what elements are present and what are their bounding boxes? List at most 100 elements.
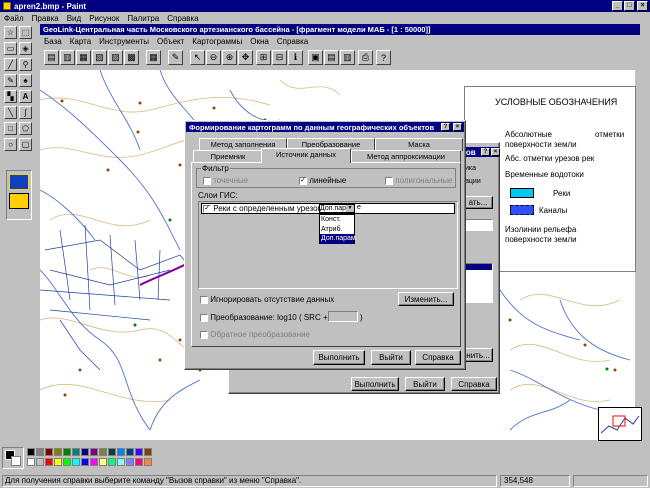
chart-icon[interactable]: ▩ (124, 50, 139, 65)
option-const[interactable]: Конст. (320, 215, 354, 225)
exit-button[interactable]: Выйти (371, 350, 411, 365)
help-button[interactable]: Справка (415, 350, 461, 365)
color-swatch[interactable] (45, 458, 53, 466)
polygon-icon[interactable]: ⬠ (19, 122, 32, 135)
printer-icon[interactable]: ⎙ (358, 50, 373, 65)
edit-icon[interactable]: ✎ (168, 50, 183, 65)
color-swatch[interactable] (135, 448, 143, 456)
maximize-button[interactable]: □ (624, 1, 635, 11)
pan-icon[interactable]: ✥ (238, 50, 253, 65)
zoom-out-icon[interactable]: ⊖ (206, 50, 221, 65)
back-exit-button[interactable]: Выйти (405, 377, 445, 391)
back-run-button[interactable]: Выполнить (351, 377, 399, 391)
transform-value-input[interactable] (328, 311, 358, 322)
linear-filter[interactable]: ✓ линейные (299, 176, 346, 185)
window3-icon[interactable]: ▥ (340, 50, 355, 65)
point-filter[interactable]: точечные (203, 176, 248, 185)
color-swatch[interactable] (126, 448, 134, 456)
polygon-checkbox[interactable] (385, 176, 393, 185)
color-swatch[interactable] (144, 448, 152, 456)
layers-icon[interactable]: ▧ (92, 50, 107, 65)
eraser-icon[interactable]: ▭ (4, 42, 17, 55)
back-tab2[interactable]: ации (465, 178, 481, 185)
brush-icon[interactable]: ♠ (19, 74, 32, 87)
option-addparam[interactable]: Доп.парам (320, 234, 356, 244)
current-colors[interactable] (2, 447, 24, 469)
tab-data-source[interactable]: Источник данных (261, 148, 351, 163)
combo-arrow-icon[interactable]: ▼ (346, 205, 354, 212)
close-button[interactable]: × (637, 1, 648, 11)
find-icon[interactable]: ⊟ (272, 50, 287, 65)
run-button[interactable]: Выполнить (313, 350, 365, 365)
layers-list[interactable]: ✓ Реки с определенным урезом Доп.пар ▼ е… (198, 201, 458, 289)
color-swatch[interactable] (117, 458, 125, 466)
db-icon[interactable]: ▤ (44, 50, 59, 65)
change-button[interactable]: Изменить... (398, 292, 454, 306)
color-swatch[interactable] (126, 458, 134, 466)
back-btn1[interactable]: ать... (463, 196, 493, 209)
color-swatch[interactable] (108, 448, 116, 456)
free-select-icon[interactable]: ☆ (4, 26, 17, 39)
gl-menu-db[interactable]: База (44, 37, 62, 46)
transform-checkbox[interactable] (200, 313, 208, 322)
back-tab1[interactable]: ика (465, 165, 476, 172)
option-opaque-icon[interactable] (9, 174, 29, 190)
gl-menu-help[interactable]: Справка (277, 37, 308, 46)
back-list[interactable] (463, 263, 493, 303)
menu-palette[interactable]: Палитра (127, 14, 159, 23)
rect-select-icon[interactable]: ⬚ (19, 26, 32, 39)
param-combo[interactable]: Доп.пар ▼ (319, 204, 355, 213)
color-swatch[interactable] (144, 458, 152, 466)
gl-menu-tools[interactable]: Инструменты (99, 37, 149, 46)
color-swatch[interactable] (72, 448, 80, 456)
overview-map[interactable] (598, 407, 642, 441)
color-swatch[interactable] (54, 458, 62, 466)
back-close-icon[interactable]: × (491, 148, 500, 156)
color-swatch[interactable] (36, 448, 44, 456)
color-swatch[interactable] (90, 458, 98, 466)
zoom-in-icon[interactable]: ⊕ (222, 50, 237, 65)
menu-help[interactable]: Справка (167, 14, 198, 23)
option-attrib[interactable]: Атриб. (320, 225, 354, 235)
pencil-icon[interactable]: ✎ (4, 74, 17, 87)
rounded-rect-icon[interactable]: ▢ (19, 138, 32, 151)
menu-view[interactable]: Вид (67, 14, 81, 23)
inverse-option[interactable]: Обратное преобразование (200, 330, 310, 339)
color-swatch[interactable] (135, 458, 143, 466)
color-swatch[interactable] (27, 458, 35, 466)
line-icon[interactable]: ╲ (4, 106, 17, 119)
inverse-checkbox[interactable] (200, 330, 208, 339)
back-combo[interactable] (463, 219, 493, 231)
dialog-close-icon[interactable]: × (453, 123, 462, 131)
fill-icon[interactable]: ◈ (19, 42, 32, 55)
measure-icon[interactable]: ⊞ (256, 50, 271, 65)
layer-checkbox[interactable]: ✓ (203, 204, 211, 213)
color-swatch[interactable] (99, 458, 107, 466)
color-swatch[interactable] (99, 448, 107, 456)
color-swatch[interactable] (54, 448, 62, 456)
tool-options[interactable] (6, 170, 32, 220)
table-icon[interactable]: ▦ (146, 50, 161, 65)
print-icon[interactable]: ▦ (76, 50, 91, 65)
pointer-icon[interactable]: ↖ (190, 50, 205, 65)
color-swatch[interactable] (81, 458, 89, 466)
color-swatch[interactable] (108, 458, 116, 466)
gl-menu-object[interactable]: Объект (157, 37, 184, 46)
option-transparent-icon[interactable] (9, 193, 29, 209)
magnifier-icon[interactable]: ⚲ (19, 58, 32, 71)
info-icon[interactable]: ℹ (288, 50, 303, 65)
text-icon[interactable]: A (19, 90, 32, 103)
open-icon[interactable]: ▥ (60, 50, 75, 65)
minimize-button[interactable]: _ (612, 1, 623, 11)
ignore-checkbox[interactable] (200, 295, 208, 304)
color-swatch[interactable] (72, 458, 80, 466)
transform-option[interactable]: Преобразование: log10 ( SRC + (200, 313, 328, 322)
window1-icon[interactable]: ▣ (308, 50, 323, 65)
param-dropdown[interactable]: Конст. Атриб. Доп.парам (319, 214, 356, 244)
curve-icon[interactable]: ∫ (19, 106, 32, 119)
back-btn2[interactable]: нить... (463, 348, 493, 362)
color-swatch[interactable] (81, 448, 89, 456)
gl-menu-windows[interactable]: Окна (250, 37, 269, 46)
color-swatch[interactable] (63, 458, 71, 466)
grid-icon[interactable]: ▨ (108, 50, 123, 65)
